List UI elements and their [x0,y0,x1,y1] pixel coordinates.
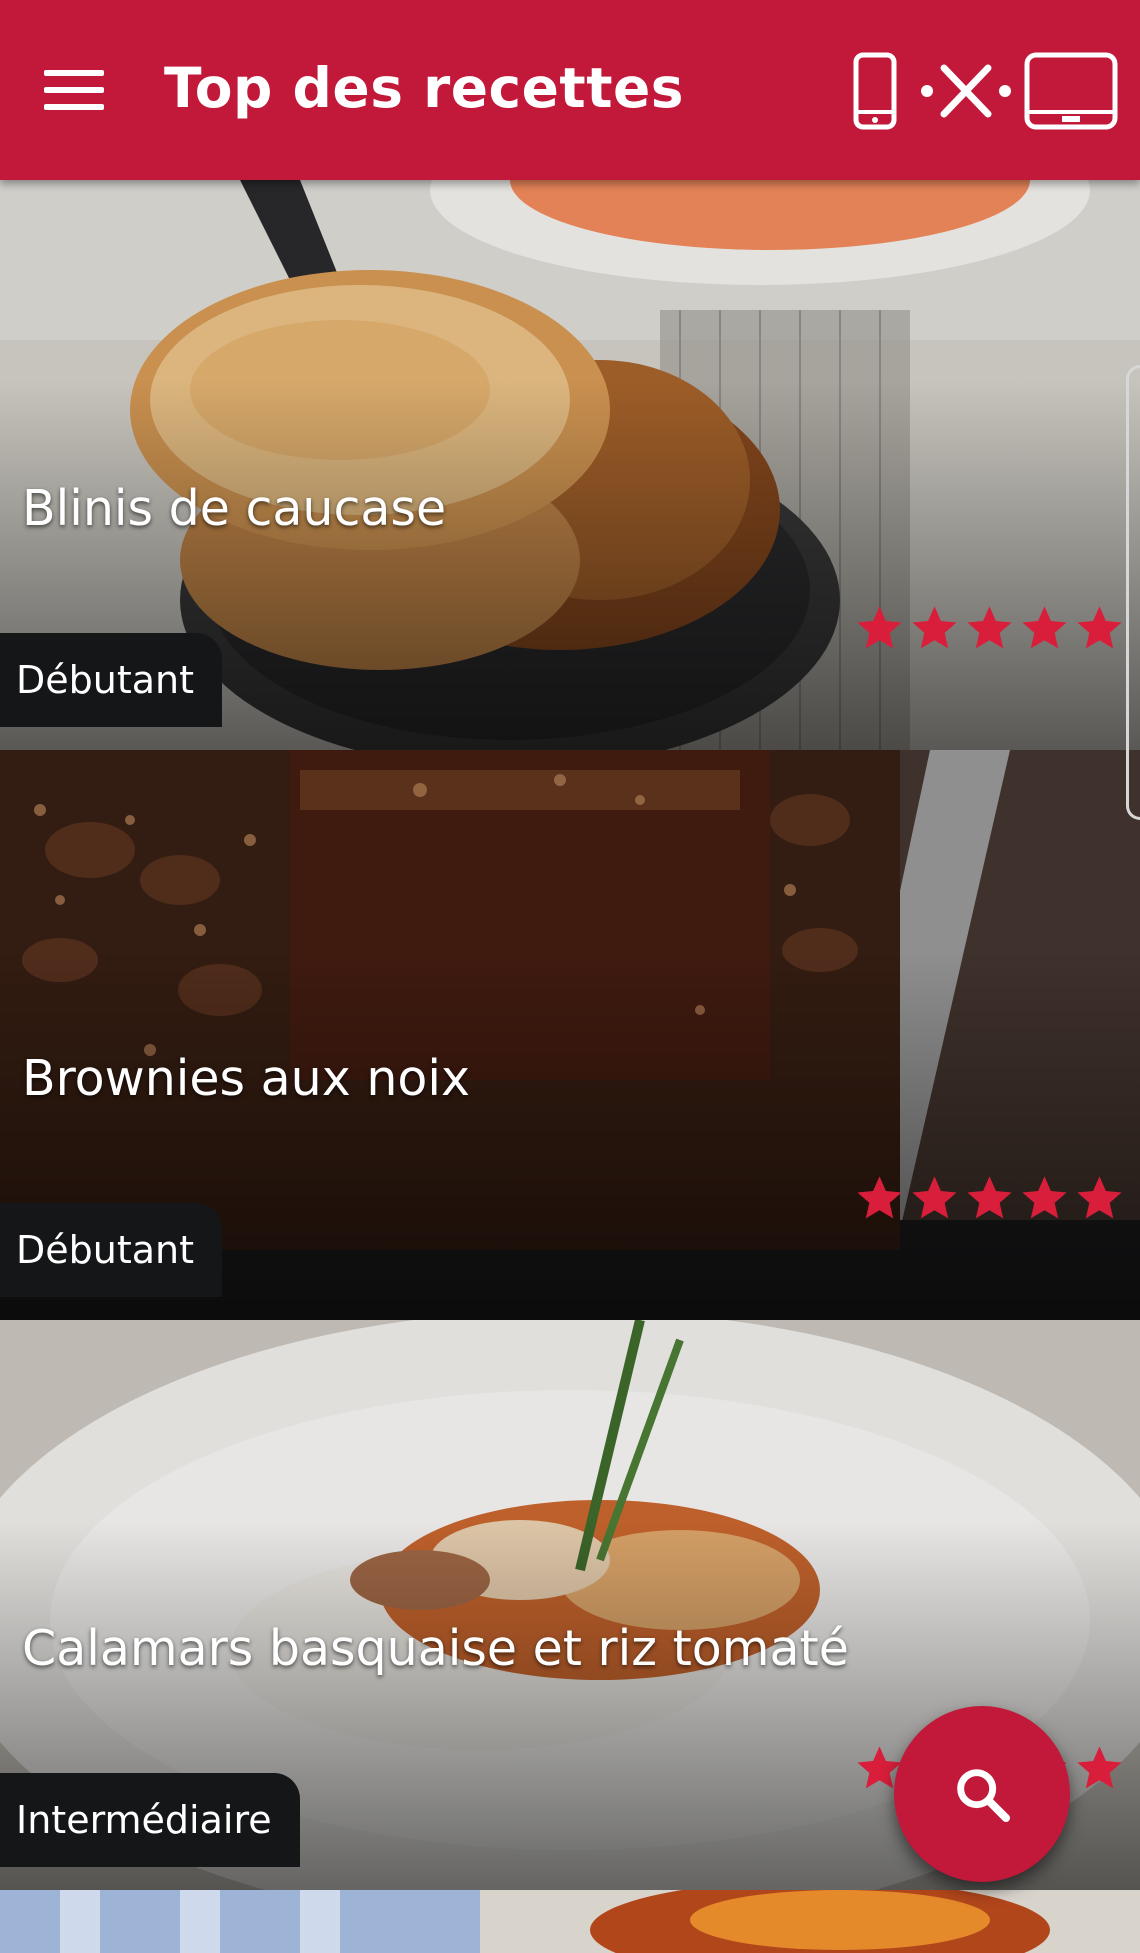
page-title: Top des recettes [164,56,685,120]
star-icon [912,1176,957,1219]
star-icon [967,606,1012,649]
difficulty-badge: Intermédiaire [0,1773,300,1867]
rating-stars [853,602,1126,655]
recipe-title: Blinis de caucase [22,480,447,537]
difficulty-badge: Débutant [0,1203,223,1297]
scroll-indicator[interactable] [1126,365,1140,820]
recipe-title: Brownies aux noix [22,1050,470,1107]
app-bar: Top des recettes [0,0,1140,180]
star-icon [1022,606,1067,649]
tablet-icon[interactable] [1024,52,1118,130]
recipe-photo-partial [0,1890,1140,1953]
search-icon [957,1769,1010,1822]
star-icon [1077,606,1122,649]
star-icon [857,606,902,649]
connect-icon[interactable] [920,52,1012,130]
star-icon [1077,1746,1122,1789]
recipe-title: Calamars basquaise et riz tomaté [22,1620,849,1677]
search-button[interactable] [894,1706,1070,1882]
recipe-card[interactable]: Blinis de caucase Débutant [0,180,1140,750]
recipe-list: Blinis de caucase Débutant Brownies aux … [0,180,1140,1890]
star-icon [1077,1176,1122,1219]
star-icon [857,1176,902,1219]
phone-icon[interactable] [852,52,898,130]
difficulty-badge: Débutant [0,633,223,727]
recipe-card-partial[interactable] [0,1890,1140,1953]
star-icon [967,1176,1012,1219]
rating-stars [853,1172,1126,1225]
star-icon [1022,1176,1067,1219]
recipe-card[interactable]: Brownies aux noix Débutant [0,750,1140,1320]
star-icon [912,606,957,649]
menu-icon[interactable] [40,62,108,118]
